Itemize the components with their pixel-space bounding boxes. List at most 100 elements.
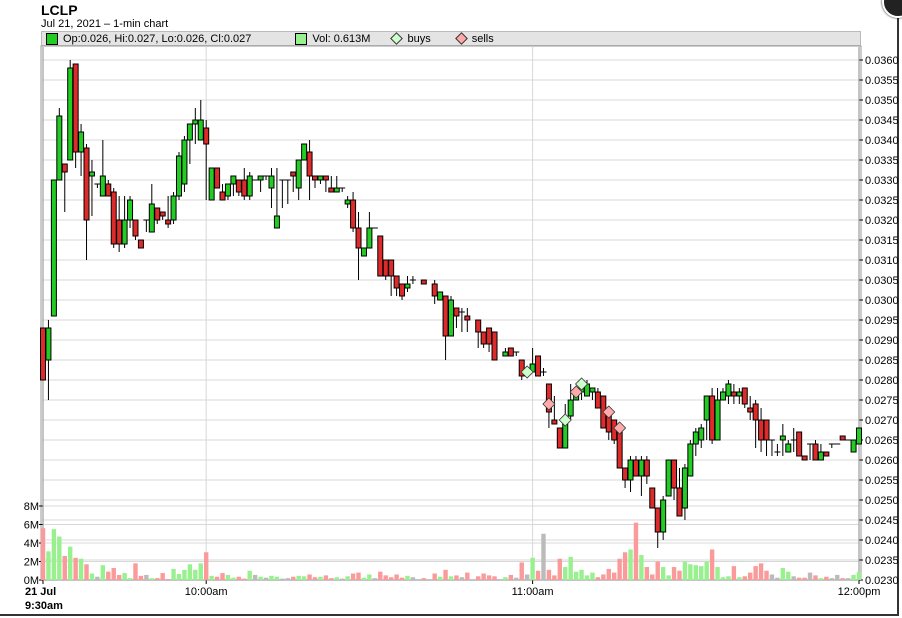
price-tick-label: 0.0245 xyxy=(865,515,899,527)
volume-bar xyxy=(242,578,247,580)
volume-bar xyxy=(106,571,111,580)
candle-body xyxy=(83,147,90,221)
candle-body xyxy=(165,219,172,225)
candle-body xyxy=(214,167,221,189)
volume-bar xyxy=(378,571,383,580)
price-tick-label: 0.0340 xyxy=(865,135,899,147)
volume-bar xyxy=(318,576,323,580)
candle-body xyxy=(714,399,721,441)
candle-body xyxy=(67,67,74,161)
volume-bar xyxy=(492,576,497,580)
volume-bar xyxy=(563,567,568,580)
price-tick-label: 0.0320 xyxy=(865,215,899,227)
volume-bar xyxy=(481,573,486,580)
volume-bar xyxy=(350,573,356,580)
candlestick-chart[interactable]: 0.02300.02350.02400.02450.02500.02550.02… xyxy=(0,0,902,618)
volume-bar xyxy=(524,574,530,580)
volume-bar xyxy=(617,558,622,580)
volume-bar xyxy=(399,577,405,580)
volume-bar xyxy=(465,572,470,580)
candle-body xyxy=(399,283,406,297)
candle-body xyxy=(431,283,438,297)
candle-body xyxy=(725,383,732,397)
volume-bar xyxy=(601,574,606,580)
volume-bar xyxy=(421,578,426,580)
candle-body xyxy=(350,199,357,229)
volume-bar xyxy=(263,577,269,580)
volume-bar xyxy=(285,578,290,580)
volume-bar xyxy=(372,578,378,580)
volume-bar xyxy=(280,578,285,580)
volume-bar xyxy=(367,574,372,580)
volume-bar xyxy=(334,577,339,580)
price-tick-label: 0.0335 xyxy=(865,155,899,167)
volume-bar xyxy=(160,573,165,580)
candle-body xyxy=(110,191,117,245)
candle-body xyxy=(170,195,177,221)
candle-body xyxy=(404,283,411,289)
candle-body xyxy=(127,199,134,221)
volume-bar xyxy=(274,576,280,580)
candle-body xyxy=(181,139,188,185)
volume-bar xyxy=(796,577,802,580)
volume-bar xyxy=(786,571,791,580)
candle-body xyxy=(56,115,63,181)
candle-body xyxy=(230,175,237,185)
candle-body xyxy=(273,215,280,229)
candle-body xyxy=(99,175,106,197)
candle-body xyxy=(681,467,688,509)
volume-bar xyxy=(307,574,312,580)
candle-body xyxy=(507,347,514,357)
candle-body xyxy=(660,499,667,533)
candle-body xyxy=(567,399,574,417)
candle-body xyxy=(437,291,444,301)
volume-bar xyxy=(514,577,519,580)
candle-body xyxy=(78,131,85,153)
price-tick-label: 0.0270 xyxy=(865,415,899,427)
volume-bar xyxy=(503,577,508,580)
candle-body xyxy=(360,247,367,257)
candle-body xyxy=(709,395,716,441)
candle-body xyxy=(730,391,737,397)
candle-body xyxy=(703,395,710,421)
price-tick-label: 0.0305 xyxy=(865,275,899,287)
candle-body xyxy=(317,175,324,181)
candle-body xyxy=(752,403,759,421)
volume-bar xyxy=(693,565,698,580)
candle-body xyxy=(589,387,596,393)
candle-body xyxy=(817,451,824,461)
candle-body xyxy=(50,179,57,317)
volume-bar xyxy=(209,575,214,580)
candle-body xyxy=(763,419,770,441)
volume-bar xyxy=(111,567,116,580)
candle-body xyxy=(40,327,46,381)
candle-body xyxy=(594,391,601,409)
volume-bar xyxy=(737,577,742,580)
candle-body xyxy=(801,455,808,461)
price-tick-label: 0.0240 xyxy=(865,535,899,547)
volume-bar xyxy=(704,561,709,580)
time-tick-sublabel: 9:30am xyxy=(25,600,63,612)
candle-body xyxy=(306,151,313,177)
volume-bar xyxy=(829,578,834,580)
price-tick-label: 0.0255 xyxy=(865,475,899,487)
volume-bar xyxy=(807,572,813,580)
volume-bar xyxy=(138,575,144,580)
volume-bar xyxy=(612,572,617,580)
candle-body xyxy=(665,459,672,497)
candle-body xyxy=(322,175,329,181)
candle-body xyxy=(654,507,661,533)
time-tick-label: 10:00am xyxy=(185,586,228,598)
volume-bar xyxy=(709,549,715,580)
volume-bar xyxy=(269,575,274,580)
price-tick-label: 0.0360 xyxy=(865,55,899,67)
price-tick-label: 0.0275 xyxy=(865,395,899,407)
candle-body xyxy=(486,327,493,345)
volume-bar xyxy=(650,574,655,580)
candle-body xyxy=(61,163,68,173)
volume-bar xyxy=(454,575,459,580)
candle-body xyxy=(632,459,639,477)
price-tick-label: 0.0330 xyxy=(865,175,899,187)
volume-bar xyxy=(345,576,350,580)
volume-bar xyxy=(644,567,650,580)
